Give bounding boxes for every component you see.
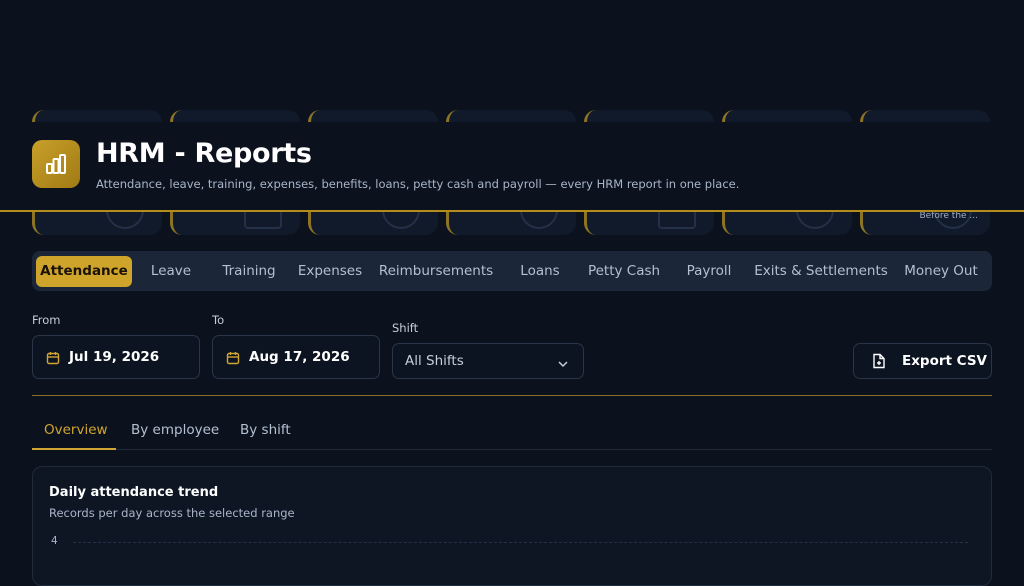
tab-attendance[interactable]: Attendance bbox=[36, 256, 132, 287]
to-date-picker[interactable]: Aug 17, 2026 bbox=[212, 335, 380, 379]
tab-loans[interactable]: Loans bbox=[506, 256, 574, 287]
file-export-icon bbox=[872, 353, 886, 373]
tab-money-out[interactable]: Money Out bbox=[898, 256, 984, 287]
stat-card-caption: Before the ... bbox=[919, 211, 979, 221]
tab-exits-settlements[interactable]: Exits & Settlements bbox=[750, 256, 892, 287]
from-date-value: Jul 19, 2026 bbox=[69, 349, 160, 365]
subtab-rule bbox=[32, 449, 992, 450]
export-csv-label: Export CSV bbox=[902, 353, 988, 369]
tab-training[interactable]: Training bbox=[210, 256, 288, 287]
tab-overview[interactable]: Overview bbox=[44, 422, 108, 438]
to-date-value: Aug 17, 2026 bbox=[249, 349, 350, 365]
grid-line bbox=[73, 542, 968, 543]
tab-reimbursements[interactable]: Reimbursements bbox=[372, 256, 500, 287]
shift-select[interactable]: All Shifts bbox=[392, 343, 584, 379]
shift-label: Shift bbox=[392, 321, 419, 335]
bar-chart-icon bbox=[32, 140, 80, 188]
tab-payroll[interactable]: Payroll bbox=[674, 256, 744, 287]
tab-expenses[interactable]: Expenses bbox=[292, 256, 368, 287]
export-csv-button[interactable]: Export CSV bbox=[853, 343, 992, 379]
to-label: To bbox=[212, 313, 225, 327]
chart-subtitle: Records per day across the selected rang… bbox=[49, 506, 295, 520]
active-tab-indicator bbox=[32, 448, 116, 450]
from-label: From bbox=[32, 313, 61, 327]
calendar-icon bbox=[226, 350, 240, 369]
page-header: HRM - Reports Attendance, leave, trainin… bbox=[0, 122, 1024, 212]
page-title: HRM - Reports bbox=[96, 138, 312, 169]
shift-select-value: All Shifts bbox=[405, 353, 464, 369]
report-tabs: Attendance Leave Training Expenses Reimb… bbox=[32, 251, 992, 291]
tab-leave[interactable]: Leave bbox=[136, 256, 206, 287]
y-tick-label: 4 bbox=[51, 535, 58, 547]
tab-petty-cash[interactable]: Petty Cash bbox=[580, 256, 668, 287]
page-subtitle: Attendance, leave, training, expenses, b… bbox=[96, 177, 740, 191]
calendar-icon bbox=[46, 350, 60, 369]
divider bbox=[32, 395, 992, 396]
chart-title: Daily attendance trend bbox=[49, 485, 219, 500]
attendance-trend-chart: Daily attendance trend Records per day a… bbox=[32, 466, 992, 586]
from-date-picker[interactable]: Jul 19, 2026 bbox=[32, 335, 200, 379]
chevron-down-icon bbox=[557, 355, 569, 374]
tab-by-shift[interactable]: By shift bbox=[240, 422, 291, 438]
tab-by-employee[interactable]: By employee bbox=[131, 422, 219, 438]
